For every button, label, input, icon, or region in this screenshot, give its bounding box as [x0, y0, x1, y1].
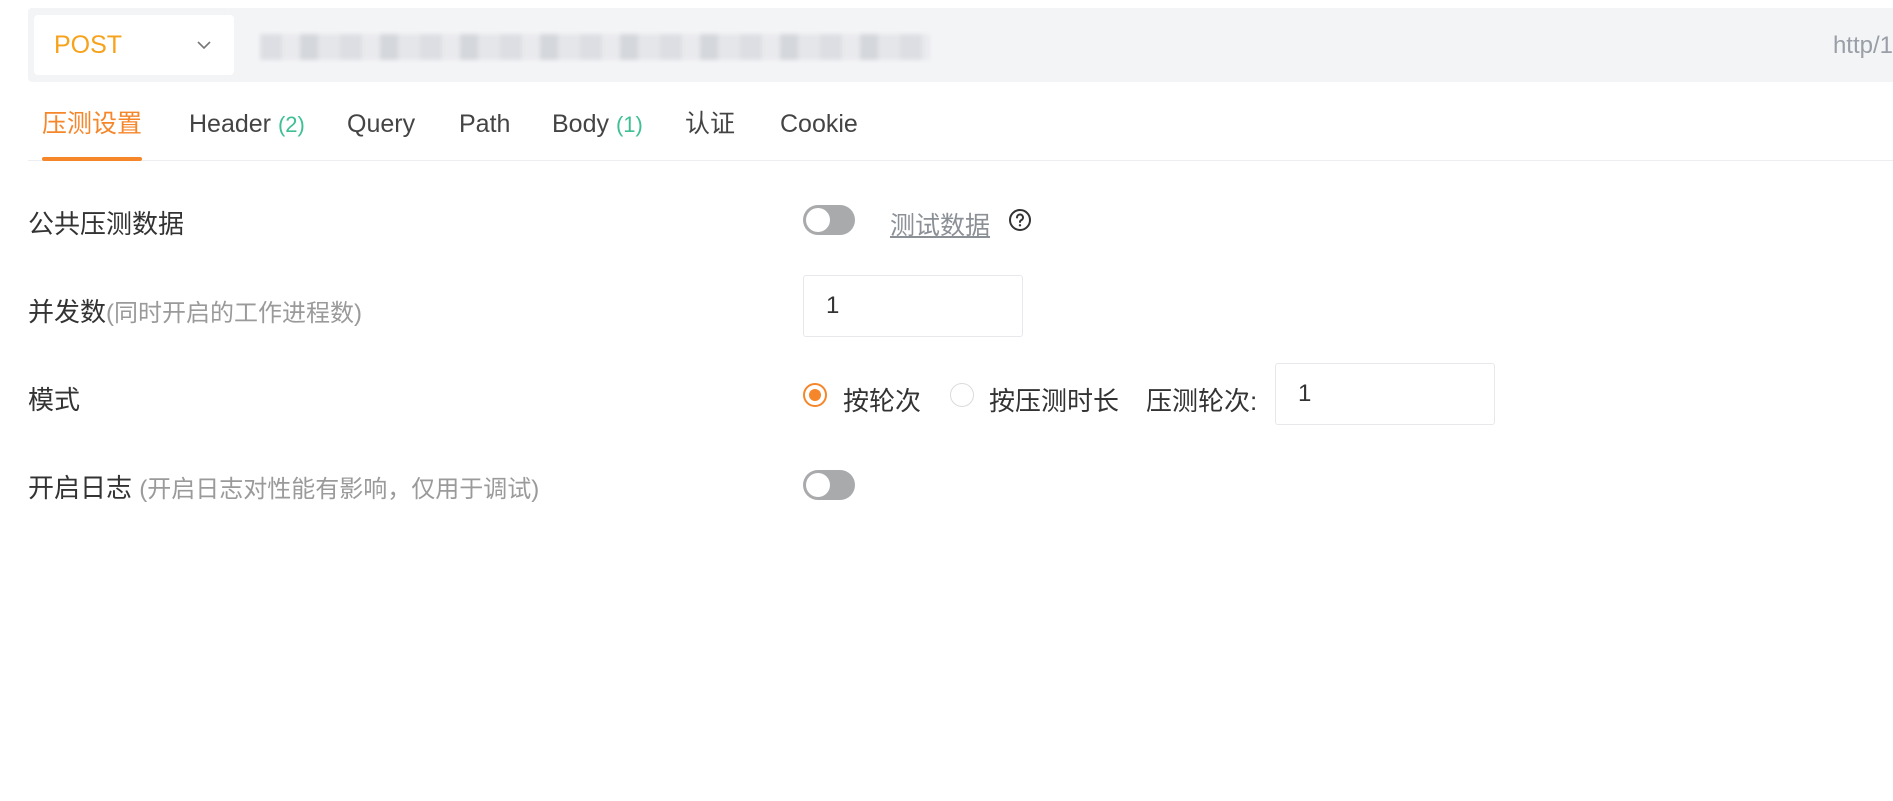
tab-header[interactable]: Header (2): [189, 92, 305, 158]
tab-count: (2): [277, 112, 305, 137]
mode-by-rounds-radio[interactable]: [803, 383, 827, 407]
rounds-label: 压测轮次:: [1146, 386, 1258, 416]
mode-label: 模式: [28, 380, 80, 417]
tab-count: (1): [615, 112, 643, 137]
request-url-bar: POST http/1: [28, 8, 1893, 82]
url-input-redacted[interactable]: [260, 34, 930, 60]
mode-label-text: 模式: [28, 385, 81, 415]
logging-label-text: 开启日志: [28, 473, 133, 503]
concurrency-hint: (同时开启的工作进程数): [106, 300, 362, 327]
request-tabs: 压测设置 Header (2) Query Path Body (1) 认证 C…: [28, 92, 1893, 161]
concurrency-label-text: 并发数: [28, 297, 107, 327]
logging-hint: (开启日志对性能有影响，仅用于调试): [139, 476, 540, 503]
tab-label: Header: [189, 110, 271, 138]
chevron-down-icon: [196, 40, 212, 50]
rounds-input[interactable]: 1: [1275, 363, 1495, 425]
tab-label: 压测设置: [42, 110, 143, 138]
test-data-link[interactable]: 测试数据: [890, 206, 990, 242]
concurrency-input[interactable]: 1: [803, 275, 1023, 337]
method-select[interactable]: POST: [34, 15, 234, 75]
tab-label: 认证: [685, 110, 736, 138]
mode-by-rounds-label[interactable]: 按轮次: [843, 381, 921, 418]
tab-label: Body: [552, 110, 609, 138]
help-circle-icon[interactable]: [1008, 208, 1032, 237]
tab-query[interactable]: Query: [347, 92, 415, 158]
logging-label: 开启日志 (开启日志对性能有影响，仅用于调试): [28, 468, 539, 505]
concurrency-label: 并发数(同时开启的工作进程数): [28, 292, 362, 329]
tab-cookie[interactable]: Cookie: [780, 92, 858, 158]
protocol-label: http/1: [1832, 32, 1893, 59]
public-data-toggle[interactable]: [803, 205, 855, 235]
tab-label: Path: [459, 110, 511, 138]
tab-stress-settings[interactable]: 压测设置: [42, 92, 143, 161]
tab-label: Cookie: [780, 110, 858, 138]
tab-path[interactable]: Path: [459, 92, 510, 158]
toggle-knob: [806, 208, 830, 232]
tab-body[interactable]: Body (1): [552, 92, 643, 158]
logging-toggle[interactable]: [803, 470, 855, 500]
toggle-knob: [806, 473, 830, 497]
tab-label: Query: [347, 110, 416, 138]
method-label: POST: [54, 30, 123, 59]
public-data-label-text: 公共压测数据: [28, 209, 185, 239]
mode-by-duration-radio[interactable]: [950, 383, 974, 407]
tab-auth[interactable]: 认证: [685, 92, 735, 158]
mode-by-duration-label[interactable]: 按压测时长: [989, 381, 1119, 418]
public-data-label: 公共压测数据: [28, 204, 184, 241]
